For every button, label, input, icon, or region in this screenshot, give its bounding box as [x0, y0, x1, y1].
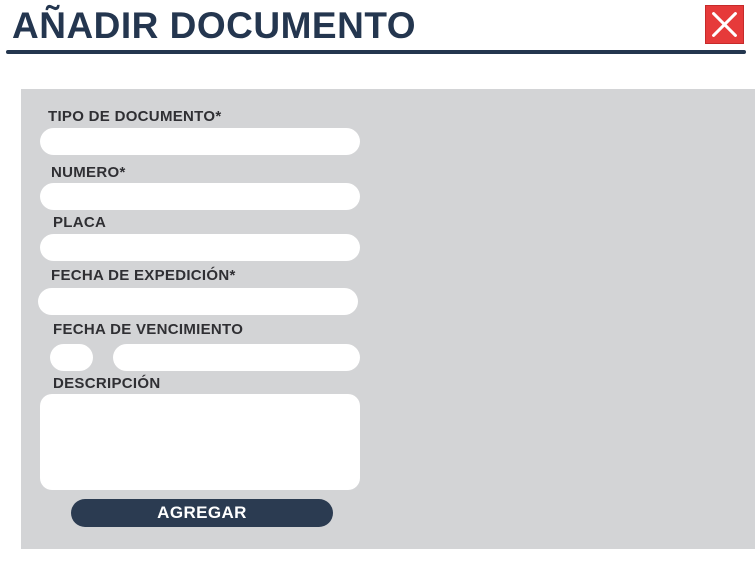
fecha-expedicion-field[interactable]: [38, 288, 358, 315]
close-x-icon: [712, 12, 737, 37]
fecha-vencimiento-small-field[interactable]: [50, 344, 93, 371]
tipo-documento-label: TIPO DE DOCUMENTO*: [48, 108, 222, 125]
fecha-expedicion-label: FECHA DE EXPEDICIÓN*: [51, 267, 236, 284]
descripcion-textarea[interactable]: [40, 394, 360, 490]
descripcion-label: DESCRIPCIÓN: [53, 375, 161, 392]
add-document-dialog: AÑADIR DOCUMENTO TIPO DE DOCUMENTO* NUME…: [0, 0, 755, 583]
agregar-button[interactable]: AGREGAR: [71, 499, 333, 527]
numero-label: NUMERO*: [51, 164, 126, 181]
tipo-documento-field[interactable]: [40, 128, 360, 155]
close-button[interactable]: [705, 5, 744, 44]
placa-label: PLACA: [53, 214, 107, 231]
title-divider: [6, 50, 746, 54]
placa-field[interactable]: [40, 234, 360, 261]
numero-field[interactable]: [40, 183, 360, 210]
fecha-vencimiento-field[interactable]: [113, 344, 360, 371]
fecha-vencimiento-label: FECHA DE VENCIMIENTO: [53, 321, 244, 338]
page-title: AÑADIR DOCUMENTO: [12, 5, 417, 46]
